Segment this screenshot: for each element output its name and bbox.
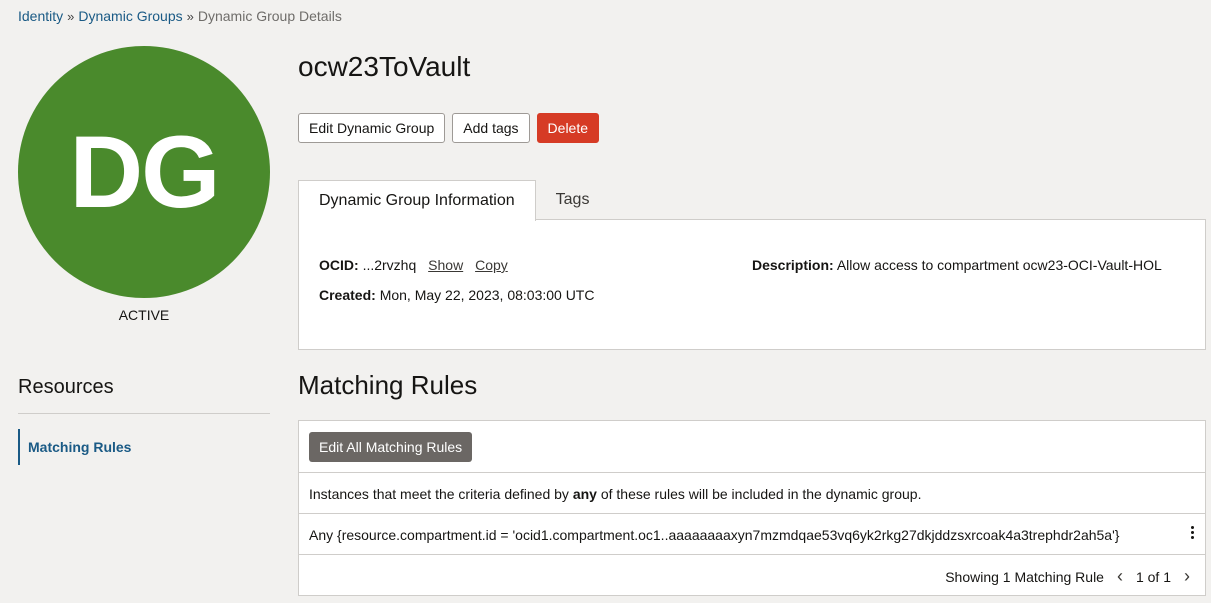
rule-text: Any {resource.compartment.id = 'ocid1.co… [309, 527, 1120, 543]
resources-divider [18, 413, 270, 414]
ocid-row: OCID: ...2rvzhq Show Copy [319, 257, 508, 273]
description-row: Description: Allow access to compartment… [752, 257, 1162, 273]
page-title: ocw23ToVault [298, 51, 471, 82]
created-label: Created: [319, 287, 376, 303]
add-tags-button[interactable]: Add tags [452, 113, 530, 143]
edit-all-matching-rules-button[interactable]: Edit All Matching Rules [309, 432, 473, 462]
info-panel: OCID: ...2rvzhq Show Copy Created: Mon, … [298, 219, 1206, 350]
avatar-initials: DG [69, 114, 221, 229]
sidebar-item-matching-rules[interactable]: Matching Rules [18, 429, 218, 465]
criteria-prefix: Instances that meet the criteria defined… [309, 486, 573, 502]
copy-ocid-link[interactable]: Copy [475, 257, 508, 273]
breadcrumb-dynamic-groups[interactable]: Dynamic Groups [78, 8, 182, 24]
breadcrumb-separator: » [67, 8, 75, 24]
table-footer: Showing 1 Matching Rule ‹ 1 of 1 › [299, 554, 1205, 597]
breadcrumb-current: Dynamic Group Details [197, 8, 342, 24]
more-actions-icon[interactable] [1189, 526, 1195, 539]
tab-dynamic-group-information[interactable]: Dynamic Group Information [298, 180, 536, 221]
breadcrumb-separator: » [186, 8, 194, 24]
criteria-row: Instances that meet the criteria defined… [299, 472, 1205, 514]
matching-rules-panel: Edit All Matching Rules Instances that m… [298, 420, 1206, 596]
breadcrumb-identity[interactable]: Identity [18, 8, 63, 24]
status-label: ACTIVE [118, 307, 170, 323]
tab-bar: Dynamic Group Information Tags [298, 180, 610, 221]
created-row: Created: Mon, May 22, 2023, 08:03:00 UTC [319, 287, 594, 303]
matching-rules-heading: Matching Rules [298, 370, 478, 400]
criteria-text: Instances that meet the criteria defined… [309, 486, 921, 502]
chevron-left-icon[interactable]: ‹ [1114, 566, 1126, 587]
criteria-emphasis: any [572, 486, 597, 502]
pagination: Showing 1 Matching Rule ‹ 1 of 1 › [945, 566, 1193, 587]
description-value: Allow access to compartment ocw23-OCI-Va… [836, 257, 1162, 273]
breadcrumb: Identity » Dynamic Groups » Dynamic Grou… [18, 8, 342, 24]
action-bar: Edit Dynamic Group Add tags Delete [298, 113, 600, 143]
created-value: Mon, May 22, 2023, 08:03:00 UTC [379, 287, 595, 303]
delete-button[interactable]: Delete [536, 113, 600, 143]
ocid-value: ...2rvzhq [362, 257, 417, 273]
table-row: Any {resource.compartment.id = 'ocid1.co… [299, 513, 1205, 555]
resources-heading: Resources [18, 376, 114, 398]
description-label: Description: [752, 257, 834, 273]
edit-dynamic-group-button[interactable]: Edit Dynamic Group [298, 113, 446, 143]
tab-tags[interactable]: Tags [536, 180, 610, 220]
sidebar-item-label: Matching Rules [28, 439, 132, 455]
criteria-suffix: of these rules will be included in the d… [596, 486, 922, 502]
avatar: DG [18, 46, 270, 298]
ocid-label: OCID: [319, 257, 359, 273]
show-ocid-link[interactable]: Show [428, 257, 463, 273]
page-info: 1 of 1 [1135, 568, 1171, 585]
chevron-right-icon[interactable]: › [1181, 566, 1193, 587]
showing-count: Showing 1 Matching Rule [945, 568, 1104, 585]
